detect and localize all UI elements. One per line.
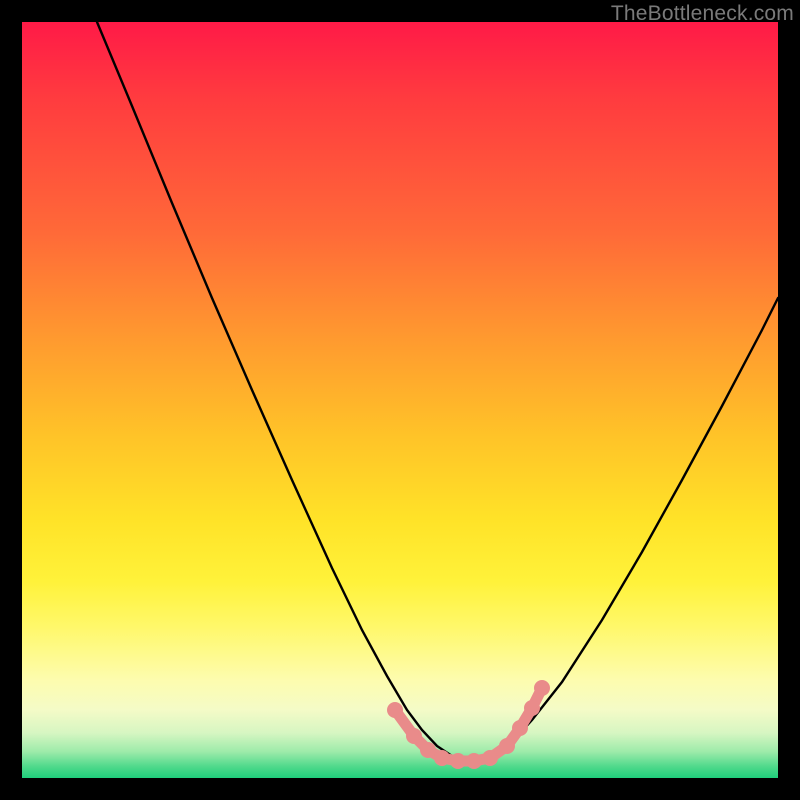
chart-frame: TheBottleneck.com	[0, 0, 800, 800]
highlight-dot	[524, 700, 540, 716]
highlight-dot	[434, 750, 450, 766]
bottleneck-curve-svg	[22, 22, 778, 778]
highlight-dot	[482, 750, 498, 766]
watermark-text: TheBottleneck.com	[611, 2, 794, 26]
highlight-dot	[387, 702, 403, 718]
chart-plot-area	[22, 22, 778, 778]
highlight-dot	[534, 680, 550, 696]
highlight-dot	[420, 742, 436, 758]
highlight-dot	[512, 720, 528, 736]
highlight-dot	[466, 753, 482, 769]
highlight-dot	[450, 753, 466, 769]
bottleneck-curve	[97, 22, 778, 760]
highlight-dot	[499, 738, 515, 754]
highlight-dot	[406, 728, 422, 744]
